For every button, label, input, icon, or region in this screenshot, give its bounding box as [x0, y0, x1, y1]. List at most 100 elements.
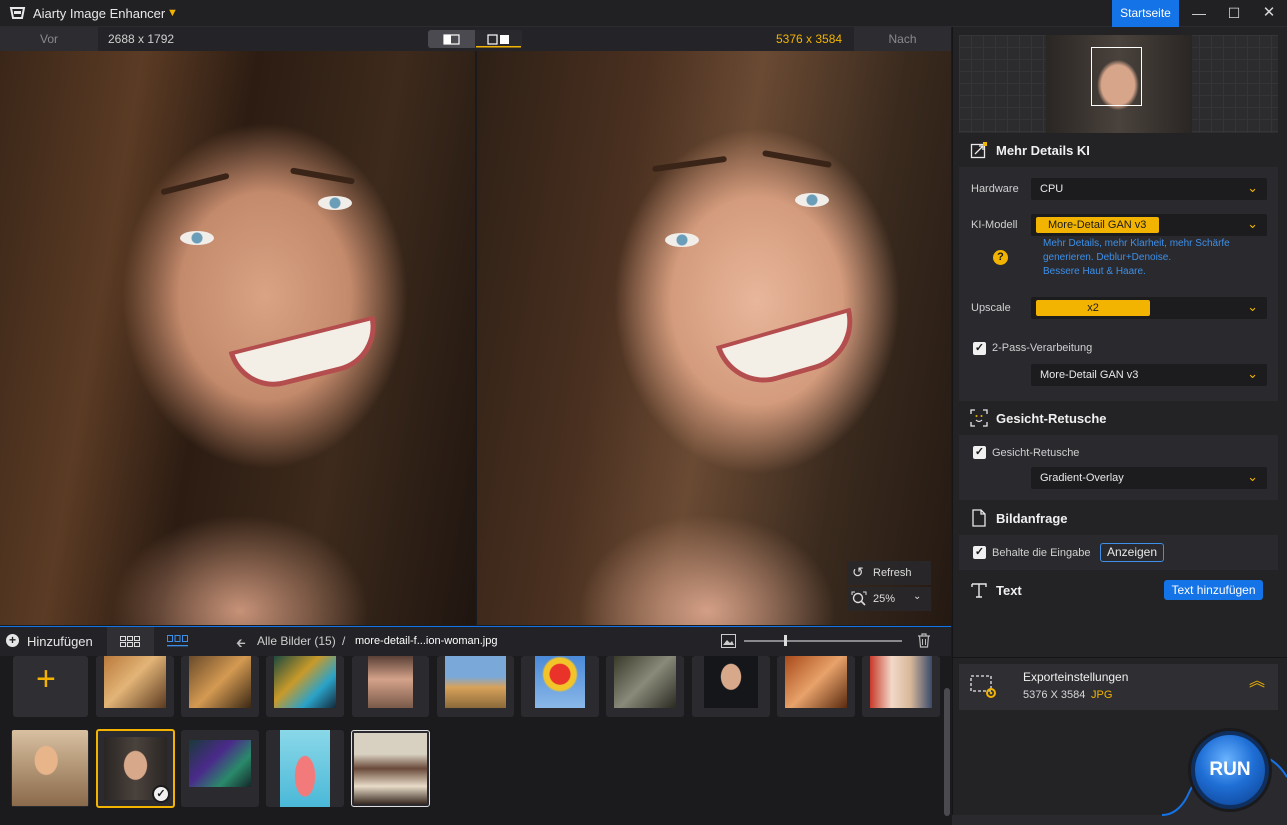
two-pass-checkbox[interactable]: ✓: [973, 342, 986, 355]
maximize-icon[interactable]: ☐: [1216, 0, 1252, 27]
trash-icon[interactable]: [917, 633, 931, 648]
split-view-button[interactable]: [428, 30, 475, 48]
thumbnail-size-slider-handle[interactable]: [784, 635, 787, 646]
brow: [289, 167, 356, 185]
face-mode-select[interactable]: Gradient-Overlay ⌄: [1031, 467, 1267, 489]
before-dimensions: 2688 x 1792: [108, 32, 175, 46]
thumbnail[interactable]: [692, 656, 770, 717]
upscale-select[interactable]: x2 ⌄: [1031, 297, 1267, 319]
title-bar: [0, 0, 1287, 27]
thumbnail[interactable]: [266, 656, 344, 717]
face-icon: [970, 409, 988, 427]
breadcrumb-file: more-detail-f...ion-woman.jpg: [355, 635, 498, 647]
add-thumbnail-button[interactable]: +: [13, 656, 88, 717]
section-title: Bildanfrage: [996, 511, 1068, 526]
brow: [762, 149, 832, 169]
show-button[interactable]: Anzeigen: [1100, 543, 1164, 562]
after-image[interactable]: [477, 51, 951, 625]
model-select[interactable]: More-Detail GAN v3 ⌄: [1031, 214, 1267, 236]
export-settings-icon: [970, 675, 996, 698]
thumbnail-selected[interactable]: ✓: [96, 729, 175, 808]
app-menu-chevron-icon[interactable]: ▼: [167, 7, 178, 19]
thumbnail[interactable]: [11, 730, 89, 807]
face-mode-value: Gradient-Overlay: [1040, 472, 1124, 484]
refresh-button[interactable]: ↺ Refresh: [847, 561, 931, 585]
zoom-chevron-icon[interactable]: ⌄: [913, 591, 921, 602]
export-format: JPG: [1091, 689, 1113, 701]
document-icon: [972, 509, 986, 527]
after-label: Nach: [854, 27, 951, 51]
two-pass-model-value: More-Detail GAN v3: [1040, 369, 1139, 381]
minimize-icon[interactable]: —: [1181, 0, 1217, 27]
export-title: Exporteinstellungen: [1023, 670, 1129, 684]
chevron-up-icon[interactable]: ︽: [1249, 674, 1265, 690]
side-by-side-icon: [476, 34, 521, 48]
section-face-retouch: Gesicht-Retusche: [959, 403, 1278, 433]
after-dimensions: 5376 x 3584: [776, 32, 843, 46]
smile: [228, 315, 386, 397]
export-settings[interactable]: Exporteinstellungen 5376 X 3584 JPG ︽: [959, 664, 1278, 710]
app-title: Aiarty Image Enhancer: [33, 6, 166, 21]
thumbnail-size-slider[interactable]: [744, 640, 902, 642]
navigator-viewport-frame[interactable]: [1091, 47, 1142, 106]
split-view-icon: [443, 34, 460, 45]
before-label: Vor: [0, 27, 98, 51]
panel-divider: [952, 657, 1287, 658]
model-description-line: Mehr Details, mehr Klarheit, mehr Schärf…: [1043, 238, 1230, 249]
hardware-label: Hardware: [971, 183, 1019, 195]
before-image[interactable]: [0, 51, 475, 625]
close-icon[interactable]: ✕: [1251, 0, 1287, 27]
thumbnail-size-icon: [721, 634, 736, 648]
smile: [715, 307, 865, 395]
upscale-label: Upscale: [971, 302, 1011, 314]
eye: [665, 233, 699, 247]
add-images-button[interactable]: Hinzufügen: [27, 634, 93, 649]
face-retouch-card: ✓ Gesicht-Retusche Gradient-Overlay ⌄: [959, 435, 1278, 500]
add-icon[interactable]: +: [6, 634, 19, 647]
filmstrip-view-icon[interactable]: [167, 635, 189, 647]
thumbnail[interactable]: [521, 656, 599, 717]
home-button[interactable]: Startseite: [1112, 0, 1179, 27]
gallery-scrollbar[interactable]: [944, 688, 950, 816]
back-arrow-icon[interactable]: 🡰: [236, 634, 246, 655]
text-icon: [971, 583, 987, 598]
thumbnail[interactable]: [862, 656, 940, 717]
two-pass-label: 2-Pass-Verarbeitung: [992, 342, 1093, 354]
keep-input-checkbox[interactable]: ✓: [973, 546, 986, 559]
model-description-line: generieren. Deblur+Denoise.: [1043, 252, 1172, 263]
zoom-control[interactable]: 25% ⌄: [847, 587, 931, 611]
checkmark-icon: ✓: [152, 785, 170, 803]
view-mode-toggle: [428, 30, 522, 48]
hardware-select[interactable]: CPU ⌄: [1031, 178, 1267, 200]
run-button[interactable]: RUN: [1191, 731, 1269, 809]
refresh-label: Refresh: [873, 567, 912, 579]
thumbnail[interactable]: [266, 730, 344, 807]
eye: [795, 193, 829, 207]
enhance-icon: [970, 142, 987, 159]
two-pass-model-select[interactable]: More-Detail GAN v3 ⌄: [1031, 364, 1267, 386]
grid-view-button[interactable]: [107, 627, 154, 656]
side-by-side-button[interactable]: [475, 30, 522, 48]
help-icon[interactable]: ?: [993, 250, 1008, 265]
chevron-down-icon: ⌄: [1247, 216, 1258, 231]
model-value: More-Detail GAN v3: [1036, 217, 1159, 233]
export-dimensions: 5376 X 3584: [1023, 689, 1086, 701]
add-text-button[interactable]: Text hinzufügen: [1164, 580, 1263, 600]
brow: [651, 155, 728, 173]
thumbnail[interactable]: [181, 656, 259, 717]
plus-icon: +: [36, 660, 56, 698]
breadcrumb-all-images[interactable]: Alle Bilder (15): [257, 634, 336, 648]
breadcrumb-separator: /: [342, 634, 346, 648]
thumbnail[interactable]: [437, 656, 514, 717]
thumbnail[interactable]: [352, 656, 429, 717]
thumbnail[interactable]: [181, 730, 259, 807]
model-description-line: Bessere Haut & Haare.: [1043, 266, 1146, 277]
face-retouch-checkbox[interactable]: ✓: [973, 446, 986, 459]
section-title: Text: [996, 583, 1022, 598]
thumbnail[interactable]: [351, 730, 430, 807]
face-retouch-label: Gesicht-Retusche: [992, 447, 1080, 459]
thumbnail[interactable]: [777, 656, 855, 717]
thumbnail[interactable]: [606, 656, 684, 717]
section-title: Mehr Details KI: [996, 143, 1090, 158]
thumbnail[interactable]: [96, 656, 174, 717]
